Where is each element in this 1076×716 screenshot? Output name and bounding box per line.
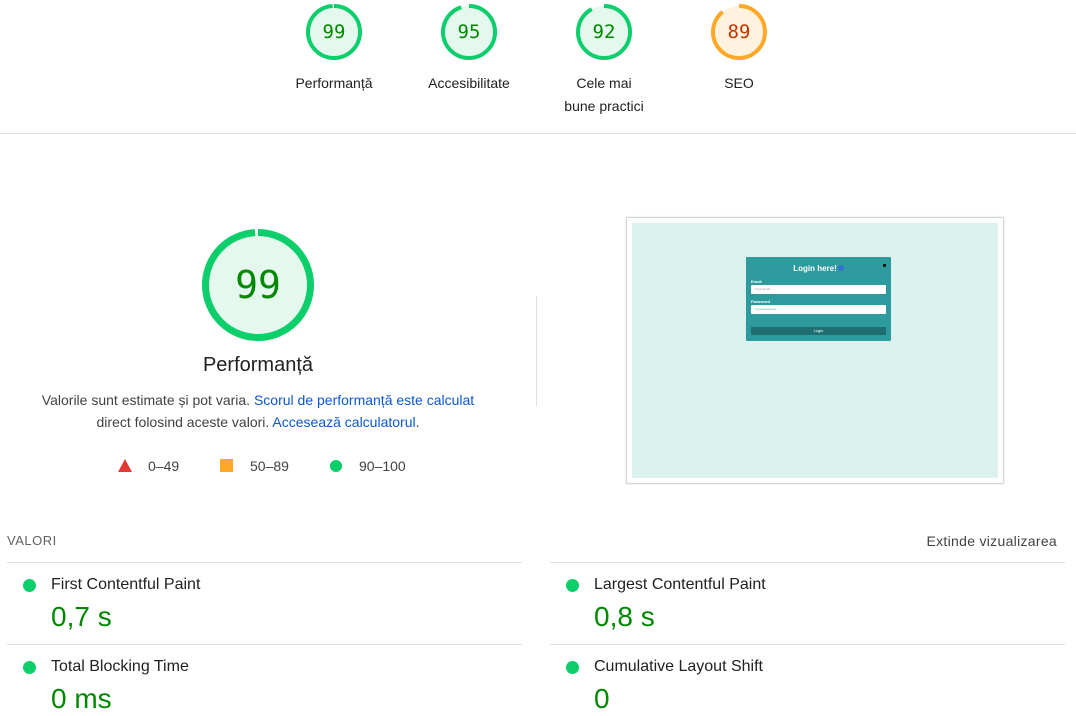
metric-lcp: Largest Contentful Paint 0,8 s <box>550 562 1065 644</box>
close-icon <box>883 264 886 267</box>
category-gauges: 99 Performanță 95 Accesibilitate 92 Cele… <box>0 0 1076 134</box>
circle-icon <box>330 460 342 472</box>
login-title: Login here! <box>746 264 891 273</box>
final-screenshot[interactable]: Login here! Email Type Email Password Ty… <box>626 217 1004 484</box>
triangle-icon <box>118 459 132 472</box>
metric-title: Largest Contentful Paint <box>594 576 766 593</box>
login-button: Login <box>751 327 886 335</box>
legend-fail: 0–49 <box>118 458 179 474</box>
gauge-ring: 89 <box>711 4 767 60</box>
metric-tbt: Total Blocking Time 0 ms <box>7 644 522 716</box>
legend-pass: 90–100 <box>330 458 406 474</box>
password-field: Type Password <box>751 305 886 314</box>
gauge-score: 99 <box>322 21 346 43</box>
performance-title: Performanță <box>202 354 314 376</box>
user-icon <box>837 265 844 271</box>
login-card: Login here! Email Type Email Password Ty… <box>746 257 891 341</box>
metric-value: 0 ms <box>51 683 112 714</box>
pass-circle-icon <box>23 579 36 592</box>
metric-value: 0,7 s <box>51 601 112 632</box>
metric-fcp: First Contentful Paint 0,7 s <box>7 562 522 644</box>
email-field: Type Email <box>751 285 886 294</box>
description-period: . <box>415 414 420 430</box>
gauge-score: 89 <box>727 21 751 43</box>
gauge-performance[interactable]: 99 Performanță <box>279 4 389 95</box>
legend-range: 50–89 <box>250 458 289 474</box>
performance-gauge: 99 <box>202 229 314 341</box>
password-label: Password <box>751 299 770 304</box>
description-text: direct folosind aceste valori. <box>96 414 270 430</box>
metric-value: 0,8 s <box>594 601 655 632</box>
metric-cls: Cumulative Layout Shift 0 <box>550 644 1065 716</box>
metric-value: 0 <box>594 683 610 714</box>
gauge-label: Cele mai bune practici <box>564 75 644 114</box>
gauge-ring: 99 <box>306 4 362 60</box>
email-label: Email <box>751 279 762 284</box>
pass-circle-icon <box>566 579 579 592</box>
gauge-best-practices[interactable]: 92 Cele mai bune practici <box>549 4 659 118</box>
gauge-ring: 92 <box>576 4 632 60</box>
legend-range: 0–49 <box>148 458 180 474</box>
metric-title: Cumulative Layout Shift <box>594 658 763 675</box>
gauge-label: Performanță <box>295 75 373 91</box>
square-icon <box>220 459 233 472</box>
legend-range: 90–100 <box>359 458 406 474</box>
description-text: Valorile sunt estimate și pot varia. <box>41 392 251 408</box>
section-divider <box>536 296 537 406</box>
screenshot-page-background: Login here! Email Type Email Password Ty… <box>632 223 998 478</box>
score-calculation-link[interactable]: Scorul de performanță este calculat <box>254 392 474 408</box>
calculator-link[interactable]: Accesează calculatorul <box>272 414 415 430</box>
login-title-text: Login here! <box>793 264 837 273</box>
expand-view-button[interactable]: Extinde vizualizarea <box>926 533 1057 549</box>
pass-circle-icon <box>23 661 36 674</box>
pass-circle-icon <box>566 661 579 674</box>
legend-average: 50–89 <box>220 458 289 474</box>
metric-title: First Contentful Paint <box>51 576 201 593</box>
gauge-label: SEO <box>724 75 754 91</box>
gauge-score: 92 <box>592 21 616 43</box>
metrics-header: VALORI <box>7 533 57 548</box>
performance-score: 99 <box>235 263 281 307</box>
gauge-label: Accesibilitate <box>428 75 510 91</box>
gauge-seo[interactable]: 89 SEO <box>684 4 794 95</box>
gauge-accessibility[interactable]: 95 Accesibilitate <box>414 4 524 95</box>
gauge-ring: 95 <box>441 4 497 60</box>
performance-description: Valorile sunt estimate și pot varia. Sco… <box>40 389 476 433</box>
score-legend: 0–49 50–89 90–100 <box>0 458 516 478</box>
gauge-score: 95 <box>457 21 481 43</box>
metric-title: Total Blocking Time <box>51 658 189 675</box>
